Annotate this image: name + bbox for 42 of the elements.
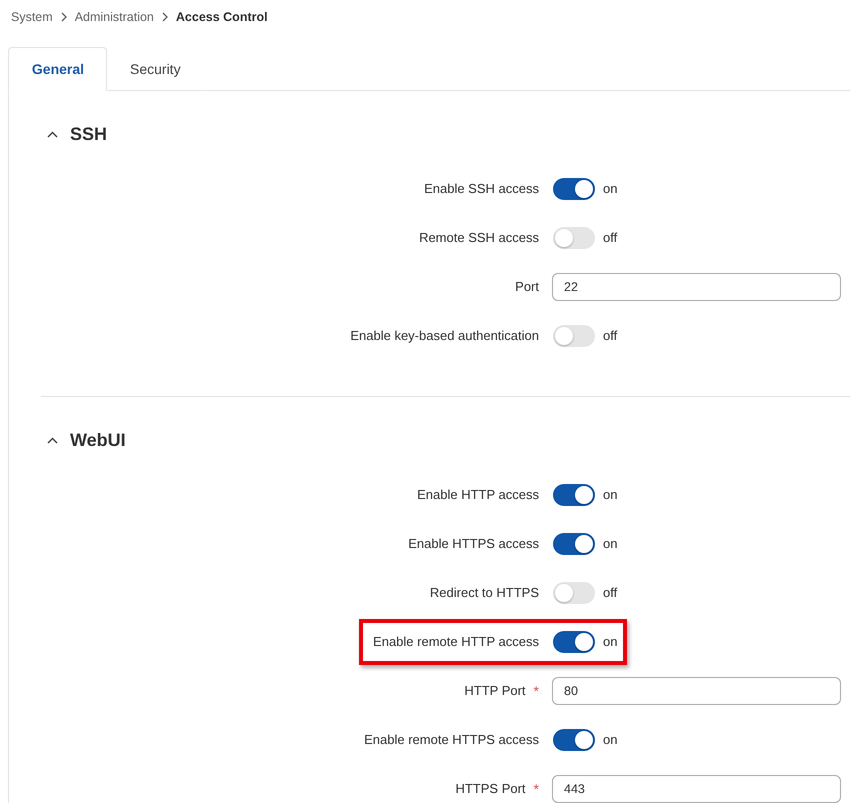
field-label: Enable remote HTTPS access [364, 732, 539, 748]
chevron-up-icon[interactable] [47, 130, 58, 138]
toggle-state: off [603, 585, 618, 600]
breadcrumb-link[interactable]: System [11, 10, 53, 24]
field-label: Enable HTTP access [417, 486, 539, 502]
chevron-up-icon[interactable] [47, 436, 58, 444]
toggle-state: off [603, 328, 618, 343]
toggle-state: off [603, 230, 618, 245]
input-field[interactable]: 22 [552, 272, 841, 300]
field-label: Redirect to HTTPS [430, 584, 539, 600]
field-label: Enable SSH access [424, 180, 539, 196]
field-label: Remote SSH access [419, 230, 539, 246]
toggle-switch[interactable] [553, 728, 595, 750]
toggle-state: on [603, 181, 618, 196]
toggle-switch[interactable] [553, 324, 595, 346]
toggle-state: on [603, 487, 618, 502]
toggle-switch[interactable] [553, 178, 595, 200]
field-label: Enable remote HTTP access [373, 634, 539, 650]
tab[interactable]: General [8, 47, 107, 91]
field-label: HTTP Port [464, 682, 526, 698]
required-mark: * [534, 682, 539, 698]
input-field[interactable]: 443 [552, 774, 841, 802]
chevron-right-icon [162, 12, 168, 22]
breadcrumb-current: Access Control [176, 10, 268, 24]
toggle-state: on [603, 732, 618, 747]
field-label: HTTPS Port [455, 780, 526, 796]
field-label: Port [515, 278, 539, 294]
field-label: Enable HTTPS access [408, 536, 539, 552]
toggle-state: on [603, 536, 618, 551]
toggle-switch[interactable] [553, 484, 595, 506]
toggle-switch[interactable] [553, 532, 595, 554]
input-field[interactable]: 80 [552, 676, 841, 704]
field-label: Enable key-based authentication [350, 328, 539, 344]
toggle-switch[interactable] [553, 630, 595, 652]
toggle-switch[interactable] [553, 582, 595, 604]
toggle-switch[interactable] [553, 226, 595, 248]
section-title: WebUI [70, 430, 126, 450]
breadcrumb-link[interactable]: Administration [74, 10, 154, 24]
toggle-state: on [603, 634, 618, 649]
required-mark: * [534, 780, 539, 796]
chevron-right-icon [60, 12, 67, 22]
section-title: SSH [70, 124, 108, 144]
